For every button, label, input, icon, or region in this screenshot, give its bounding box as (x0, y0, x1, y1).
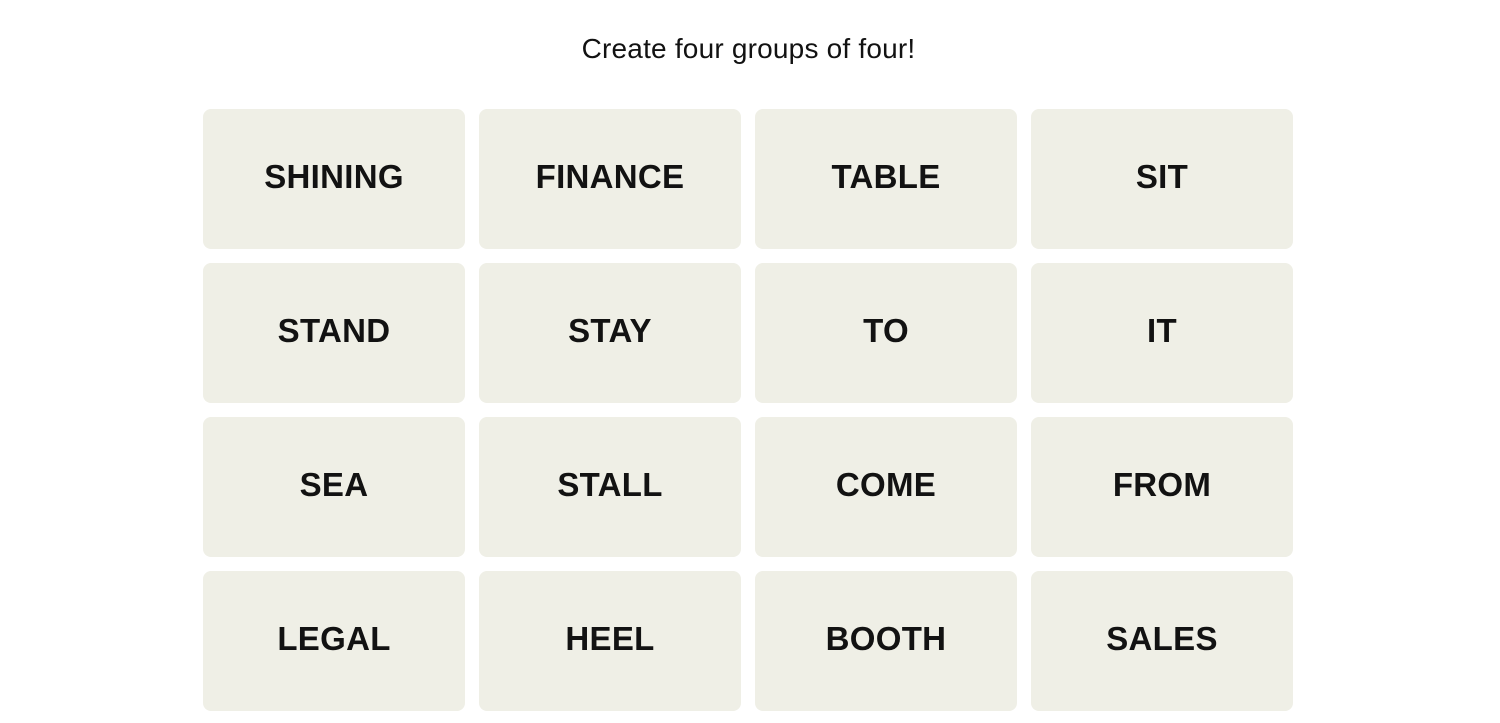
word-tile[interactable]: STALL (479, 417, 741, 557)
word-tile-label: SHINING (264, 158, 404, 195)
word-tile-label: SALES (1106, 620, 1218, 657)
word-tile-label: FINANCE (535, 158, 685, 195)
word-tile-label: HEEL (565, 620, 655, 657)
word-grid: SHINING FINANCE TABLE SIT STAND STAY TO … (203, 109, 1293, 711)
word-tile[interactable]: IT (1031, 263, 1293, 403)
word-tile-label: BOOTH (825, 620, 947, 657)
word-tile-label: FROM (1112, 466, 1212, 503)
word-tile[interactable]: SIT (1031, 109, 1293, 249)
word-tile[interactable]: HEEL (479, 571, 741, 711)
word-tile[interactable]: SEA (203, 417, 465, 557)
word-tile[interactable]: STAY (479, 263, 741, 403)
word-tile[interactable]: BOOTH (755, 571, 1017, 711)
word-tile-label: STAND (277, 312, 391, 349)
word-tile[interactable]: TO (755, 263, 1017, 403)
word-tile[interactable]: TABLE (755, 109, 1017, 249)
word-tile-label: STALL (557, 466, 663, 503)
word-tile[interactable]: LEGAL (203, 571, 465, 711)
word-tile[interactable]: STAND (203, 263, 465, 403)
word-tile-label: SIT (1135, 158, 1189, 195)
word-tile[interactable]: FROM (1031, 417, 1293, 557)
word-tile-label: IT (1147, 312, 1177, 349)
word-tile[interactable]: COME (755, 417, 1017, 557)
word-tile-label: STAY (568, 312, 652, 349)
word-tile-label: COME (835, 466, 937, 503)
word-tile-label: TABLE (831, 158, 941, 195)
word-tile[interactable]: SHINING (203, 109, 465, 249)
word-tile-label: TO (863, 312, 909, 349)
instructions-text: Create four groups of four! (581, 33, 916, 64)
word-tile-label: SEA (299, 466, 369, 503)
word-tile[interactable]: FINANCE (479, 109, 741, 249)
word-tile-label: LEGAL (277, 620, 391, 657)
word-tile[interactable]: SALES (1031, 571, 1293, 711)
